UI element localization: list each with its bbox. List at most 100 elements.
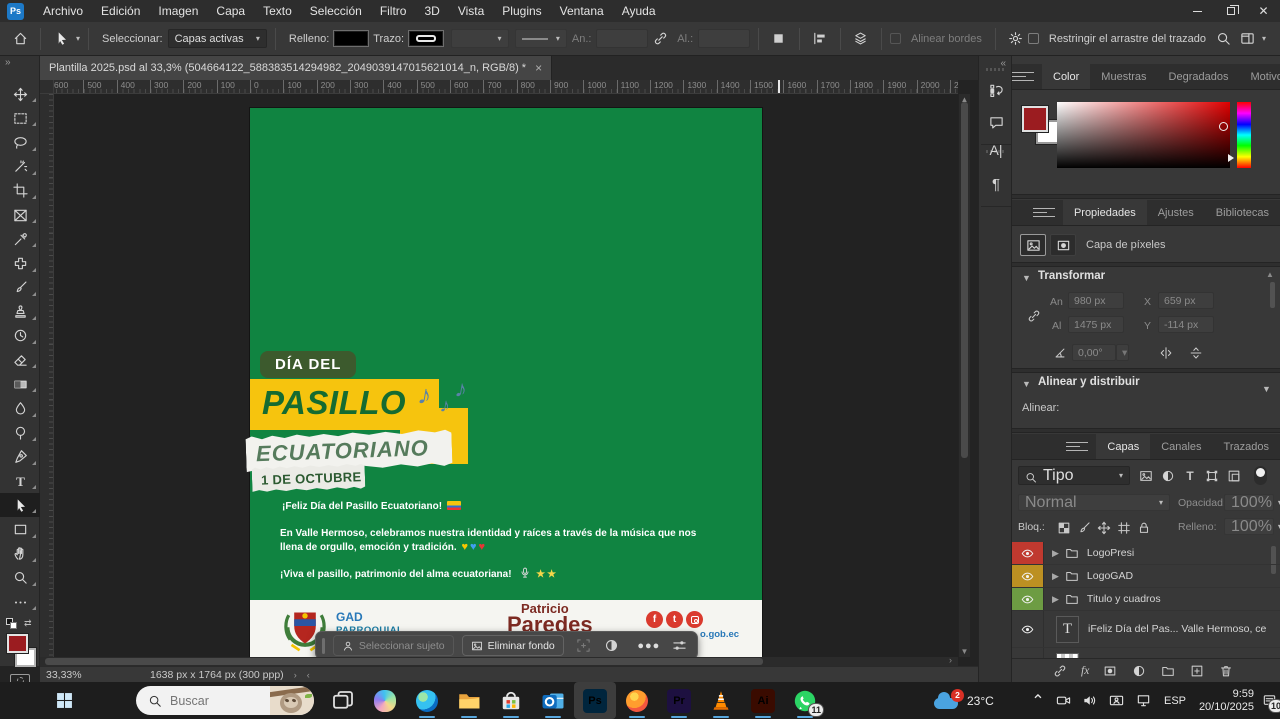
stroke-swatch[interactable]	[409, 31, 443, 46]
panel-menu-icon[interactable]	[1066, 442, 1088, 451]
new-adjustment-icon[interactable]	[1131, 663, 1147, 679]
select-mode-dropdown[interactable]: Capas activas▾	[168, 29, 267, 48]
firefox[interactable]	[616, 682, 658, 719]
lock-pixels-icon[interactable]	[1076, 520, 1092, 536]
healing-tool[interactable]	[0, 251, 40, 275]
collapse-section-icon[interactable]: ▼	[1022, 379, 1031, 389]
minimize-button[interactable]	[1181, 0, 1214, 22]
horizontal-scrollbar[interactable]: ›	[40, 657, 958, 666]
menu-item[interactable]: Texto	[254, 0, 301, 22]
meet-now-icon[interactable]	[1050, 682, 1076, 719]
properties-icon[interactable]	[668, 635, 691, 656]
menu-item[interactable]: Selección	[301, 0, 371, 22]
panel-tab[interactable]: Propiedades	[1063, 200, 1147, 225]
menu-item[interactable]: Filtro	[371, 0, 416, 22]
pen-tool[interactable]	[0, 445, 40, 469]
flip-horizontal-icon[interactable]	[1158, 345, 1174, 361]
search-input[interactable]	[170, 694, 250, 708]
marquee-tool[interactable]	[0, 106, 40, 130]
add-mask-icon[interactable]	[1102, 663, 1118, 679]
vertical-ruler[interactable]	[40, 94, 54, 657]
expand-group-icon[interactable]: ▶	[1052, 548, 1059, 559]
link-layers-icon[interactable]	[1052, 663, 1068, 679]
vlc[interactable]	[700, 682, 742, 719]
saturation-brightness-field[interactable]	[1057, 102, 1230, 168]
visibility-toggle[interactable]	[1012, 542, 1044, 564]
path-select-tool[interactable]	[0, 493, 40, 517]
menu-item[interactable]: Imagen	[149, 0, 207, 22]
remove-background-button[interactable]: Eliminar fondo	[462, 635, 564, 656]
color-picker-ring[interactable]	[1219, 122, 1228, 131]
expand-group-icon[interactable]: ▶	[1052, 571, 1059, 582]
swap-colors-icon[interactable]: ⇄	[24, 618, 32, 629]
history-brush-tool[interactable]	[0, 324, 40, 348]
start-button[interactable]	[46, 687, 82, 714]
status-menu-icon[interactable]: ›	[294, 670, 297, 680]
chevron-down-icon[interactable]: ▼	[1262, 384, 1271, 394]
menu-item[interactable]: Ventana	[551, 0, 613, 22]
visibility-toggle[interactable]	[1012, 588, 1044, 610]
menu-item[interactable]: 3D	[415, 0, 448, 22]
layer-row[interactable]: ▶ T LogoGAD	[1012, 565, 1280, 588]
panel-tab[interactable]: Muestras	[1090, 64, 1157, 89]
comments-panel-icon[interactable]	[984, 110, 1008, 134]
filter-shape-layers-icon[interactable]	[1204, 468, 1220, 484]
cast-icon[interactable]	[1102, 682, 1130, 719]
panel-tab[interactable]: Capas	[1096, 434, 1150, 459]
zoom-level-field[interactable]: 33,33%	[46, 669, 136, 681]
delete-layer-icon[interactable]	[1218, 663, 1234, 679]
layer-row[interactable]: ▶ T Titulo y cuadros	[1012, 588, 1280, 611]
weather-widget[interactable]: 2 23°C	[934, 682, 994, 719]
search-icon[interactable]	[1211, 27, 1235, 51]
panel-tab[interactable]: Canales	[1150, 434, 1212, 459]
collapse-tools-icon[interactable]: »	[5, 57, 11, 68]
rect-tool[interactable]	[0, 517, 40, 541]
visibility-toggle[interactable]	[1012, 565, 1044, 587]
panel-scroll-thumb[interactable]	[1270, 282, 1275, 308]
path-arrangement-icon[interactable]	[849, 27, 873, 51]
more-options-icon[interactable]: ●●●	[637, 640, 660, 652]
close-button[interactable]: ✕	[1247, 0, 1280, 22]
zoom-tool[interactable]	[0, 566, 40, 590]
filter-toggle[interactable]	[1254, 466, 1267, 485]
lasso-tool[interactable]	[0, 130, 40, 154]
hand-tool[interactable]	[0, 542, 40, 566]
layer-filter-dropdown[interactable]: Tipo▾	[1018, 466, 1130, 485]
lock-all-icon[interactable]	[1136, 520, 1152, 536]
menu-item[interactable]: Vista	[449, 0, 493, 22]
menu-item[interactable]: Plugins	[493, 0, 550, 22]
panel-tab[interactable]: Trazados	[1213, 434, 1280, 459]
notification-center-icon[interactable]: 10	[1258, 682, 1280, 719]
link-dimensions-icon[interactable]	[648, 27, 672, 51]
vertical-scrollbar[interactable]: ▲ ▼	[959, 94, 970, 657]
more-tool[interactable]	[0, 590, 40, 614]
character-panel-icon[interactable]: A|	[984, 138, 1008, 162]
active-tool-icon[interactable]	[49, 27, 73, 51]
new-layer-icon[interactable]	[1189, 663, 1205, 679]
menu-item[interactable]: Ayuda	[613, 0, 665, 22]
network-icon[interactable]	[1130, 682, 1156, 719]
layer-row[interactable]: ▶ T Franja Blanca Pie	[1012, 648, 1280, 658]
gradient-tool[interactable]	[0, 372, 40, 396]
foreground-color-swatch[interactable]	[7, 634, 28, 653]
visibility-toggle[interactable]	[1012, 648, 1044, 658]
horizontal-ruler[interactable]: 6005004003002001000100200300400500600700…	[54, 80, 958, 94]
foreground-color-swatch[interactable]	[1022, 106, 1048, 132]
paragraph-panel-icon[interactable]: ¶	[984, 172, 1008, 196]
gear-icon[interactable]	[1004, 27, 1028, 51]
whatsapp[interactable]: 11	[784, 682, 826, 719]
crop-tool[interactable]	[0, 179, 40, 203]
move-tool[interactable]	[0, 82, 40, 106]
frame-tool[interactable]	[0, 203, 40, 227]
default-colors-icon[interactable]	[6, 618, 18, 630]
type-tool[interactable]: T	[0, 469, 40, 493]
explorer[interactable]	[448, 682, 490, 719]
lock-artboard-icon[interactable]	[1116, 520, 1132, 536]
drag-handle[interactable]	[322, 638, 325, 654]
panel-menu-icon[interactable]	[1033, 208, 1055, 217]
panel-tab[interactable]: Bibliotecas	[1205, 200, 1280, 225]
canvas-pasteboard[interactable]: DÍA DEL PASILLO ♪ ♪ ♪ ECUATORIANO 1 DE O…	[54, 94, 958, 657]
blur-tool[interactable]	[0, 396, 40, 420]
edge[interactable]	[406, 682, 448, 719]
path-alignment-icon[interactable]	[808, 27, 832, 51]
